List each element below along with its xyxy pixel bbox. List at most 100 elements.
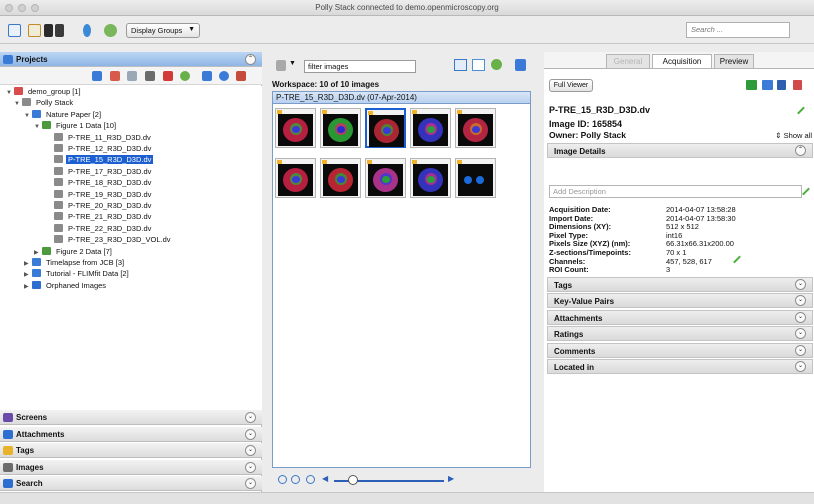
expand-icon[interactable]: ⌄ bbox=[795, 328, 806, 340]
tab-general[interactable]: General bbox=[606, 54, 650, 68]
section-images[interactable]: Images ⌄ bbox=[0, 459, 262, 475]
filter-menu-chevron-icon[interactable]: ▼ bbox=[289, 60, 296, 67]
section-ratings[interactable]: Ratings ⌄ bbox=[547, 326, 813, 342]
projects-header[interactable]: Projects ⌃ bbox=[0, 52, 262, 67]
tree-node[interactable]: P-TRE_18_R3D_D3D.dv bbox=[46, 178, 153, 189]
histogram-icon[interactable] bbox=[777, 80, 786, 90]
tree-node[interactable]: ▶ Timelapse from JCB [3] bbox=[24, 258, 126, 269]
section-key-value-pairs[interactable]: Key-Value Pairs ⌄ bbox=[547, 293, 813, 309]
section-attachments[interactable]: Attachments ⌄ bbox=[0, 426, 262, 442]
section-attachments[interactable]: Attachments ⌄ bbox=[547, 309, 813, 325]
view-icon[interactable] bbox=[746, 80, 757, 90]
image-thumbnail[interactable] bbox=[410, 108, 451, 148]
expand-down-icon[interactable]: ▼ bbox=[34, 124, 42, 130]
show-all-toggle[interactable]: ⇕ Show all bbox=[775, 131, 812, 140]
image-thumbnail[interactable] bbox=[410, 158, 451, 198]
refresh-icon[interactable] bbox=[491, 59, 502, 70]
refresh-icon[interactable] bbox=[180, 71, 190, 81]
report-icon[interactable] bbox=[793, 80, 802, 90]
tree-node[interactable]: ▶ Figure 2 Data [7] bbox=[34, 246, 114, 258]
image-thumbnail[interactable] bbox=[365, 158, 406, 198]
paste-icon[interactable] bbox=[145, 71, 155, 81]
full-viewer-button[interactable]: Full Viewer bbox=[549, 79, 593, 92]
delete-icon[interactable] bbox=[163, 71, 173, 81]
history-icon[interactable] bbox=[219, 71, 229, 81]
tree-node[interactable]: P-TRE_23_R3D_D3D_VOL.dv bbox=[46, 235, 173, 246]
sort-icon[interactable] bbox=[202, 71, 212, 81]
section-comments[interactable]: Comments ⌄ bbox=[547, 342, 813, 358]
expand-icon[interactable]: ⌄ bbox=[245, 478, 256, 489]
zoom-out-icon[interactable] bbox=[278, 475, 287, 484]
tab-preview[interactable]: Preview bbox=[714, 54, 754, 68]
expand-down-icon[interactable]: ▼ bbox=[14, 101, 22, 107]
groups-icon[interactable] bbox=[104, 24, 117, 37]
image-thumbnail[interactable] bbox=[455, 108, 496, 148]
expand-icon[interactable]: ⌄ bbox=[795, 295, 806, 307]
tree-node[interactable]: ▼ Figure 1 Data [10] bbox=[34, 121, 118, 132]
create-icon[interactable] bbox=[92, 71, 102, 81]
expand-icon[interactable]: ⌄ bbox=[795, 311, 806, 323]
expand-down-icon[interactable]: ▼ bbox=[6, 90, 14, 96]
filter-images-input[interactable]: filter images bbox=[304, 60, 416, 73]
layout-right-icon[interactable] bbox=[55, 24, 64, 37]
image-thumbnail[interactable] bbox=[275, 108, 316, 148]
tag-filter-icon[interactable] bbox=[276, 60, 286, 71]
image-details-header[interactable]: Image Details ⌃ bbox=[547, 143, 813, 158]
expand-icon[interactable]: ⌄ bbox=[795, 361, 806, 372]
expand-icon[interactable]: ⌄ bbox=[245, 412, 256, 423]
tree-node[interactable]: ▼ Polly Stack bbox=[14, 98, 75, 109]
image-thumbnail[interactable] bbox=[320, 158, 361, 198]
layout-left-icon[interactable] bbox=[44, 24, 53, 37]
tree-node[interactable]: P-TRE_17_R3D_D3D.dv bbox=[46, 166, 153, 178]
tab-acquisition[interactable]: Acquisition bbox=[652, 54, 712, 68]
section-search[interactable]: Search ⌄ bbox=[0, 476, 262, 491]
collapse-icon[interactable]: ⌃ bbox=[245, 54, 256, 65]
expand-icon[interactable]: ⌄ bbox=[245, 461, 256, 473]
image-thumbnail[interactable] bbox=[275, 158, 316, 198]
search-input[interactable]: Search ... bbox=[686, 22, 790, 38]
expand-right-icon[interactable]: ▶ bbox=[34, 249, 42, 256]
tree-node[interactable]: P-TRE_19_R3D_D3D.dv bbox=[46, 189, 153, 201]
description-field[interactable]: Add Description bbox=[549, 185, 802, 198]
edit-description-icon[interactable] bbox=[802, 187, 810, 196]
image-thumbnail[interactable] bbox=[320, 108, 361, 148]
edit-name-icon[interactable] bbox=[797, 106, 805, 115]
expand-icon[interactable]: ⌄ bbox=[245, 428, 256, 440]
copy-icon[interactable] bbox=[127, 71, 137, 81]
image-thumbnail[interactable] bbox=[365, 108, 406, 148]
edit-channels-icon[interactable] bbox=[733, 255, 741, 264]
expand-right-icon[interactable]: ▶ bbox=[24, 271, 32, 278]
sort-icon[interactable] bbox=[515, 59, 526, 71]
tree-node[interactable]: ▶ Orphaned Images bbox=[24, 280, 108, 292]
expand-icon[interactable]: ⌄ bbox=[795, 344, 806, 356]
hierarchy-icon[interactable] bbox=[83, 24, 91, 37]
section-screens[interactable]: Screens ⌄ bbox=[0, 410, 262, 425]
expand-right-icon[interactable]: ▶ bbox=[24, 283, 32, 290]
tree-node[interactable]: ▶ Tutorial - FLIMfit Data [2] bbox=[24, 269, 131, 280]
export-icon[interactable] bbox=[762, 80, 773, 90]
view-grid-icon[interactable] bbox=[8, 24, 21, 37]
thumbnail-view-icon[interactable] bbox=[454, 59, 467, 71]
expand-down-icon[interactable]: ▼ bbox=[24, 113, 32, 119]
image-thumbnail[interactable] bbox=[455, 158, 496, 198]
section-located-in[interactable]: Located in ⌄ bbox=[547, 359, 813, 374]
expand-icon[interactable]: ⌄ bbox=[245, 445, 256, 456]
user-icon[interactable] bbox=[236, 71, 246, 81]
zoom-decrease-icon[interactable]: ◀ bbox=[322, 474, 328, 483]
table-view-icon[interactable] bbox=[472, 59, 485, 71]
zoom-fit-icon[interactable] bbox=[306, 475, 315, 484]
zoom-in-icon[interactable] bbox=[291, 475, 300, 484]
collapse-icon[interactable]: ⌃ bbox=[795, 145, 806, 156]
expand-icon[interactable]: ⌄ bbox=[795, 279, 806, 290]
notes-icon[interactable] bbox=[28, 24, 41, 37]
tree-node[interactable]: P-TRE_11_R3D_D3D.dv bbox=[46, 132, 153, 144]
tree-node[interactable]: P-TRE_15_R3D_D3D.dv bbox=[46, 155, 154, 166]
tree-node[interactable]: P-TRE_20_R3D_D3D.dv bbox=[46, 201, 153, 212]
tree-node[interactable]: P-TRE_22_R3D_D3D.dv bbox=[46, 223, 153, 235]
expand-right-icon[interactable]: ▶ bbox=[24, 260, 32, 267]
tree-node[interactable]: ▼ Nature Paper [2] bbox=[24, 109, 103, 121]
section-tags[interactable]: Tags ⌄ bbox=[547, 277, 813, 292]
tree-node[interactable]: P-TRE_21_R3D_D3D.dv bbox=[46, 212, 153, 223]
display-groups-button[interactable]: Display Groups ▼ bbox=[126, 23, 200, 38]
tree-node[interactable]: ▼ demo_group [1] bbox=[6, 87, 83, 98]
